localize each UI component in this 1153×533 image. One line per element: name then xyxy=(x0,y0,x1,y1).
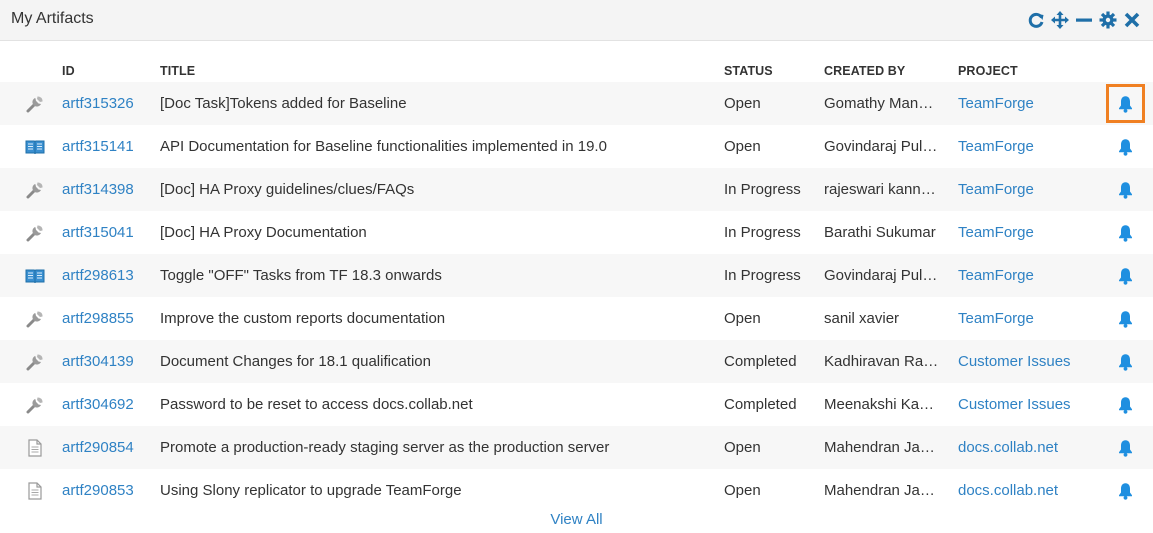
artifact-created-by: sanil xavier xyxy=(824,310,900,327)
wrench-icon xyxy=(25,395,45,415)
artifact-created-by: Mahendran Ja… xyxy=(824,482,935,499)
settings-icon[interactable] xyxy=(1097,9,1119,31)
bell-icon[interactable] xyxy=(1117,224,1134,242)
table-row: artf304139 Document Changes for 18.1 qual… xyxy=(0,340,1153,383)
artifact-created-by: Kadhiravan Ra… xyxy=(824,353,939,370)
view-all-container: View All xyxy=(0,511,1153,528)
artifact-title: Password to be reset to access docs.coll… xyxy=(160,396,473,413)
artifact-id-link[interactable]: artf304692 xyxy=(62,383,156,426)
wrench-icon xyxy=(25,180,45,200)
project-link[interactable]: docs.collab.net xyxy=(958,469,1098,512)
artifact-title: [Doc] HA Proxy Documentation xyxy=(160,224,367,241)
table-row: artf298855 Improve the custom reports doc… xyxy=(0,297,1153,340)
artifact-id-link[interactable]: artf290854 xyxy=(62,426,156,469)
wrench-icon xyxy=(25,309,45,329)
widget-title: My Artifacts xyxy=(11,10,94,27)
project-link[interactable]: TeamForge xyxy=(958,211,1098,254)
artifact-status: Open xyxy=(724,95,761,112)
view-all-link[interactable]: View All xyxy=(550,511,602,528)
wrench-icon xyxy=(25,352,45,372)
artifact-title: Promote a production-ready staging serve… xyxy=(160,439,610,456)
table-row: artf290854 Promote a production-ready sta… xyxy=(0,426,1153,469)
bell-icon[interactable] xyxy=(1117,310,1134,328)
artifact-title: [Doc] HA Proxy guidelines/clues/FAQs xyxy=(160,181,415,198)
bell-icon[interactable] xyxy=(1117,396,1134,414)
move-icon[interactable] xyxy=(1049,9,1071,31)
artifact-status: Open xyxy=(724,310,761,327)
project-link[interactable]: docs.collab.net xyxy=(958,426,1098,469)
close-icon[interactable] xyxy=(1121,9,1143,31)
artifact-id-link[interactable]: artf298613 xyxy=(62,254,156,297)
artifact-title: API Documentation for Baseline functiona… xyxy=(160,138,607,155)
artifact-status: Completed xyxy=(724,353,797,370)
project-link[interactable]: TeamForge xyxy=(958,254,1098,297)
table-row: artf315326 [Doc Task]Tokens added for Bas… xyxy=(0,82,1153,125)
wrench-icon xyxy=(25,223,45,243)
artifact-title: Using Slony replicator to upgrade TeamFo… xyxy=(160,482,462,499)
widget-header: My Artifacts xyxy=(0,0,1153,41)
project-link[interactable]: Customer Issues xyxy=(958,383,1098,426)
book-icon xyxy=(25,137,45,157)
artifact-created-by: Govindaraj Pul… xyxy=(824,267,938,284)
table-row: artf314398 [Doc] HA Proxy guidelines/clue… xyxy=(0,168,1153,211)
artifact-id-link[interactable]: artf290853 xyxy=(62,469,156,512)
book-icon xyxy=(25,266,45,286)
bell-highlight-box xyxy=(1106,84,1145,123)
artifact-id-link[interactable]: artf304139 xyxy=(62,340,156,383)
project-link[interactable]: TeamForge xyxy=(958,297,1098,340)
project-link[interactable]: Customer Issues xyxy=(958,340,1098,383)
column-header-status: STATUS xyxy=(724,64,773,78)
artifact-status: Open xyxy=(724,138,761,155)
project-link[interactable]: TeamForge xyxy=(958,168,1098,211)
artifact-id-link[interactable]: artf315326 xyxy=(62,82,156,125)
project-link[interactable]: TeamForge xyxy=(958,125,1098,168)
artifact-created-by: Govindaraj Pul… xyxy=(824,138,938,155)
bell-icon[interactable] xyxy=(1117,439,1134,457)
column-header-id: ID xyxy=(62,64,75,78)
artifact-status: Completed xyxy=(724,396,797,413)
bell-icon[interactable] xyxy=(1117,181,1134,199)
artifact-title: Improve the custom reports documentation xyxy=(160,310,446,327)
document-icon xyxy=(25,438,45,458)
refresh-icon[interactable] xyxy=(1025,9,1047,31)
artifact-created-by: Mahendran Ja… xyxy=(824,439,935,456)
artifact-title: Document Changes for 18.1 qualification xyxy=(160,353,431,370)
artifact-title: Toggle "OFF" Tasks from TF 18.3 onwards xyxy=(160,267,442,284)
bell-icon[interactable] xyxy=(1117,482,1134,500)
column-header-project: PROJECT xyxy=(958,64,1018,78)
artifact-created-by: Barathi Sukumar xyxy=(824,224,936,241)
artifact-status: Open xyxy=(724,482,761,499)
wrench-icon xyxy=(25,94,45,114)
document-icon xyxy=(25,481,45,501)
table-row: artf290853 Using Slony replicator to upgr… xyxy=(0,469,1153,512)
minimize-icon[interactable] xyxy=(1073,9,1095,31)
bell-icon[interactable] xyxy=(1117,267,1134,285)
artifact-created-by: rajeswari kann… xyxy=(824,181,936,198)
artifact-created-by: Gomathy Man… xyxy=(824,95,934,112)
artifact-status: Open xyxy=(724,439,761,456)
artifact-id-link[interactable]: artf315041 xyxy=(62,211,156,254)
artifact-id-link[interactable]: artf298855 xyxy=(62,297,156,340)
artifact-created-by: Meenakshi Ka… xyxy=(824,396,935,413)
header-tools xyxy=(1025,9,1143,31)
column-header-title: TITLE xyxy=(160,64,196,78)
artifact-id-link[interactable]: artf314398 xyxy=(62,168,156,211)
artifact-status: In Progress xyxy=(724,181,801,198)
artifact-status: In Progress xyxy=(724,224,801,241)
artifact-status: In Progress xyxy=(724,267,801,284)
table-row: artf315041 [Doc] HA Proxy Documentation In… xyxy=(0,211,1153,254)
table-row: artf298613 Toggle "OFF" Tasks from TF 18.… xyxy=(0,254,1153,297)
table-row: artf304692 Password to be reset to access… xyxy=(0,383,1153,426)
bell-icon[interactable] xyxy=(1117,353,1134,371)
artifact-title: [Doc Task]Tokens added for Baseline xyxy=(160,95,407,112)
column-header-created-by: CREATED BY xyxy=(824,64,906,78)
project-link[interactable]: TeamForge xyxy=(958,82,1098,125)
table-row: artf315141 API Documentation for Baseline… xyxy=(0,125,1153,168)
artifact-id-link[interactable]: artf315141 xyxy=(62,125,156,168)
bell-icon[interactable] xyxy=(1117,138,1134,156)
